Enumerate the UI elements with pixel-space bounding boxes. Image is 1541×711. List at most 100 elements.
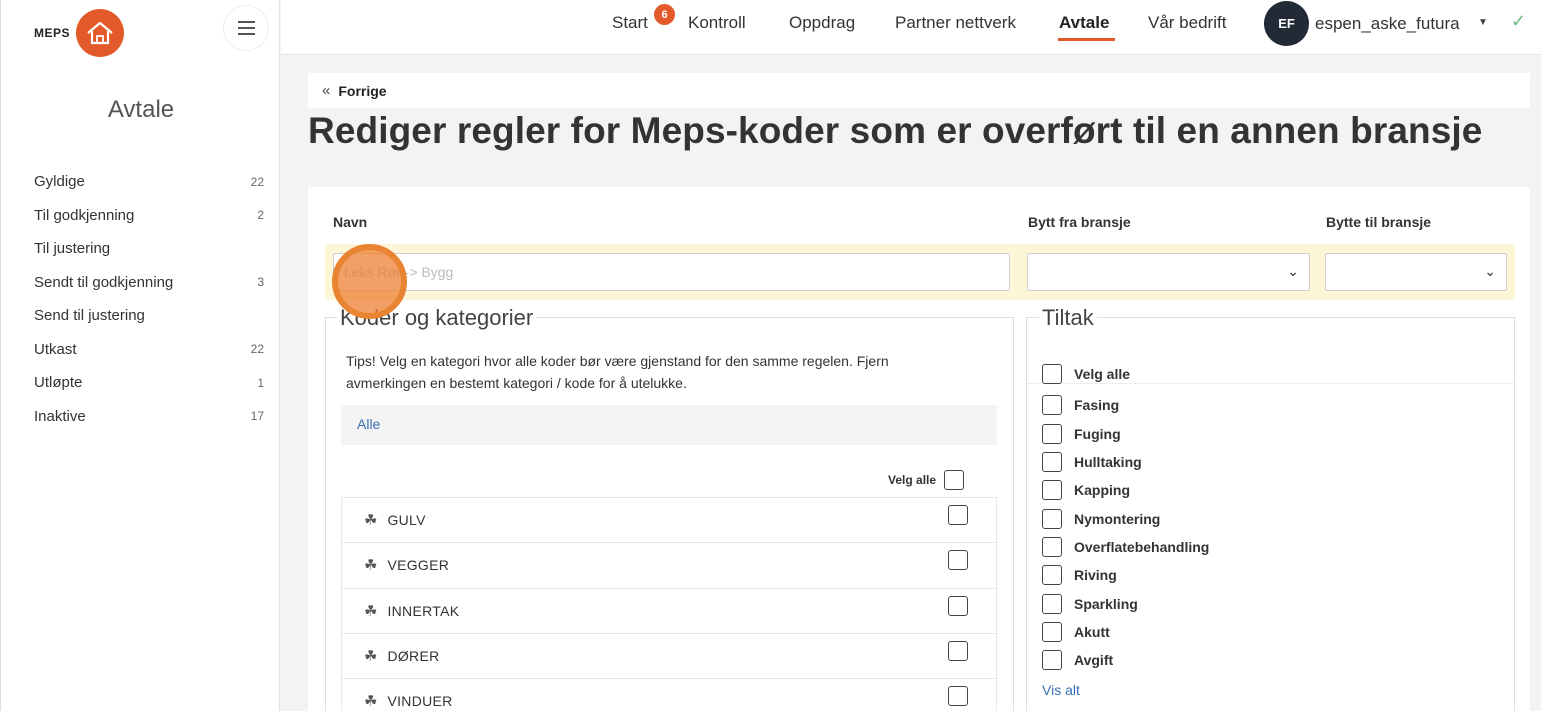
checkbox[interactable] bbox=[1042, 650, 1062, 671]
list-item[interactable]: ☘ VEGGER bbox=[341, 542, 997, 588]
list-item[interactable]: Kapping bbox=[1042, 476, 1512, 504]
tiltak-select-all[interactable]: Velg alle bbox=[1042, 360, 1512, 388]
category-checkbox[interactable] bbox=[948, 595, 968, 616]
sidebar-item-label: Til justering bbox=[34, 240, 111, 258]
sidebar-item-count: 22 bbox=[250, 342, 264, 357]
list-item[interactable]: Fuging bbox=[1042, 420, 1512, 448]
list-item[interactable]: Sparkling bbox=[1042, 589, 1512, 617]
checkbox[interactable] bbox=[1042, 508, 1062, 529]
list-item[interactable]: ☘ INNERTAK bbox=[341, 587, 997, 633]
checkbox[interactable] bbox=[1042, 423, 1062, 444]
sidebar: MEPS Avtale Gyldige 22 Til godkjenning 2 T… bbox=[0, 0, 280, 711]
sidebar-title: Avtale bbox=[107, 96, 175, 123]
brand-logo[interactable]: MEPS bbox=[34, 9, 125, 57]
nav-avtale[interactable]: Avtale bbox=[1059, 13, 1109, 33]
nav-kontroll[interactable]: Kontroll bbox=[688, 13, 746, 33]
category-checkbox[interactable] bbox=[948, 686, 968, 707]
tiltak-legend: Tiltak bbox=[1039, 305, 1097, 331]
list-item[interactable]: ☘ DØRER bbox=[341, 632, 997, 679]
list-item[interactable]: ☘ VINDUER bbox=[341, 678, 997, 711]
sidebar-item-label: Send til justering bbox=[34, 307, 145, 325]
from-industry-label: Bytt fra bransje bbox=[1028, 214, 1131, 230]
notification-badge: 6 bbox=[654, 4, 675, 25]
sidebar-item-sendt-til-godkjenning[interactable]: Sendt til godkjenning 3 bbox=[34, 266, 264, 300]
tips-text: Tips! Velg en kategori hvor alle koder b… bbox=[346, 353, 889, 391]
username[interactable]: espen_aske_futura bbox=[1315, 14, 1460, 34]
sidebar-item-label: Utkast bbox=[34, 340, 77, 358]
category-icon: ☘ bbox=[364, 602, 378, 620]
page-title: Rediger regler for Meps-koder som er ove… bbox=[308, 110, 1483, 151]
category-checkbox[interactable] bbox=[948, 505, 968, 525]
sidebar-item-count: 2 bbox=[257, 208, 264, 223]
list-item[interactable]: Avgift bbox=[1042, 646, 1512, 674]
checkbox[interactable] bbox=[1042, 364, 1062, 385]
sidebar-item-til-godkjenning[interactable]: Til godkjenning 2 bbox=[34, 199, 264, 233]
category-label: VEGGER bbox=[387, 557, 450, 574]
sidebar-item-til-justering[interactable]: Til justering bbox=[34, 232, 264, 266]
sidebar-item-inaktive[interactable]: Inaktive 17 bbox=[34, 400, 264, 434]
double-chevron-left-icon: « bbox=[322, 82, 331, 99]
list-item[interactable]: ☘ GULV bbox=[341, 497, 997, 543]
category-label: INNERTAK bbox=[387, 602, 460, 619]
tiltak-label: Fuging bbox=[1074, 425, 1121, 442]
click-indicator bbox=[332, 244, 407, 319]
tiltak-label: Riving bbox=[1074, 567, 1117, 584]
nav-start[interactable]: Start bbox=[612, 13, 648, 33]
to-industry-select[interactable]: ⌄ bbox=[1325, 253, 1507, 291]
all-categories-link[interactable]: Alle bbox=[357, 416, 380, 432]
tiltak-label: Velg alle bbox=[1074, 366, 1131, 383]
select-all-label: Velg alle bbox=[888, 473, 937, 487]
list-item[interactable]: Akutt bbox=[1042, 618, 1512, 646]
name-label: Navn bbox=[333, 214, 368, 230]
name-input[interactable] bbox=[333, 253, 1010, 291]
list-item[interactable]: Nymontering bbox=[1042, 504, 1512, 532]
select-all-checkbox[interactable] bbox=[944, 470, 965, 490]
nav-partner-nettverk[interactable]: Partner nettverk bbox=[895, 13, 1016, 33]
checkbox[interactable] bbox=[1042, 480, 1062, 501]
tiltak-list: Velg alle Fasing Fuging Hulltaking Kappi… bbox=[1042, 360, 1512, 674]
sidebar-item-count: 17 bbox=[250, 409, 264, 424]
checkbox[interactable] bbox=[1042, 395, 1062, 416]
tiltak-label: Fasing bbox=[1074, 397, 1120, 414]
checkbox[interactable] bbox=[1042, 593, 1062, 614]
sidebar-item-send-til-justering[interactable]: Send til justering bbox=[34, 299, 264, 333]
to-industry-label: Bytte til bransje bbox=[1326, 214, 1432, 230]
list-item[interactable]: Hulltaking bbox=[1042, 448, 1512, 476]
category-checkbox[interactable] bbox=[948, 640, 968, 661]
checkbox[interactable] bbox=[1042, 536, 1062, 557]
checkbox[interactable] bbox=[1042, 621, 1062, 642]
list-item[interactable]: Riving bbox=[1042, 561, 1512, 589]
list-item[interactable]: Fasing bbox=[1042, 391, 1512, 419]
nav-var-bedrift[interactable]: Vår bedrift bbox=[1148, 13, 1226, 33]
sidebar-item-utlopte[interactable]: Utløpte 1 bbox=[34, 366, 264, 400]
top-nav: Start 6 Kontroll Oppdrag Partner nettver… bbox=[281, 0, 1541, 55]
sidebar-item-label: Utløpte bbox=[34, 374, 83, 392]
back-button[interactable]: « Forrige bbox=[308, 73, 1530, 108]
checkmark-icon: ✓ bbox=[1511, 11, 1527, 31]
back-label: Forrige bbox=[338, 82, 387, 99]
checkbox[interactable] bbox=[1042, 565, 1062, 586]
sidebar-item-gyldige[interactable]: Gyldige 22 bbox=[34, 165, 264, 199]
category-checkbox[interactable] bbox=[948, 550, 968, 571]
checkbox[interactable] bbox=[1042, 452, 1062, 473]
sidebar-item-count: 3 bbox=[257, 275, 264, 290]
nav-oppdrag[interactable]: Oppdrag bbox=[789, 13, 855, 33]
active-tab-indicator bbox=[1058, 38, 1115, 41]
sidebar-item-label: Sendt til godkjenning bbox=[34, 273, 174, 291]
show-all-link[interactable]: Vis alt bbox=[1042, 682, 1080, 698]
from-industry-select[interactable]: ⌄ bbox=[1027, 253, 1310, 291]
category-label: DØRER bbox=[387, 648, 440, 665]
select-all-codes[interactable]: Velg alle bbox=[888, 470, 965, 490]
sidebar-item-label: Til godkjenning bbox=[34, 206, 135, 224]
sidebar-item-utkast[interactable]: Utkast 22 bbox=[34, 333, 264, 367]
category-icon: ☘ bbox=[364, 648, 378, 666]
tiltak-label: Akutt bbox=[1074, 623, 1110, 640]
avatar[interactable]: EF bbox=[1264, 1, 1309, 46]
list-item[interactable]: Overflatebehandling bbox=[1042, 533, 1512, 561]
caret-down-icon[interactable]: ▼ bbox=[1478, 17, 1488, 28]
category-list: ☘ GULV ☘ VEGGER ☘ INNERTAK ☘ DØRER ☘ VIN… bbox=[341, 497, 997, 711]
menu-toggle-icon[interactable] bbox=[223, 5, 269, 51]
tiltak-label: Overflatebehandling bbox=[1074, 538, 1210, 555]
tiltak-label: Sparkling bbox=[1074, 595, 1138, 612]
house-icon bbox=[76, 9, 125, 57]
